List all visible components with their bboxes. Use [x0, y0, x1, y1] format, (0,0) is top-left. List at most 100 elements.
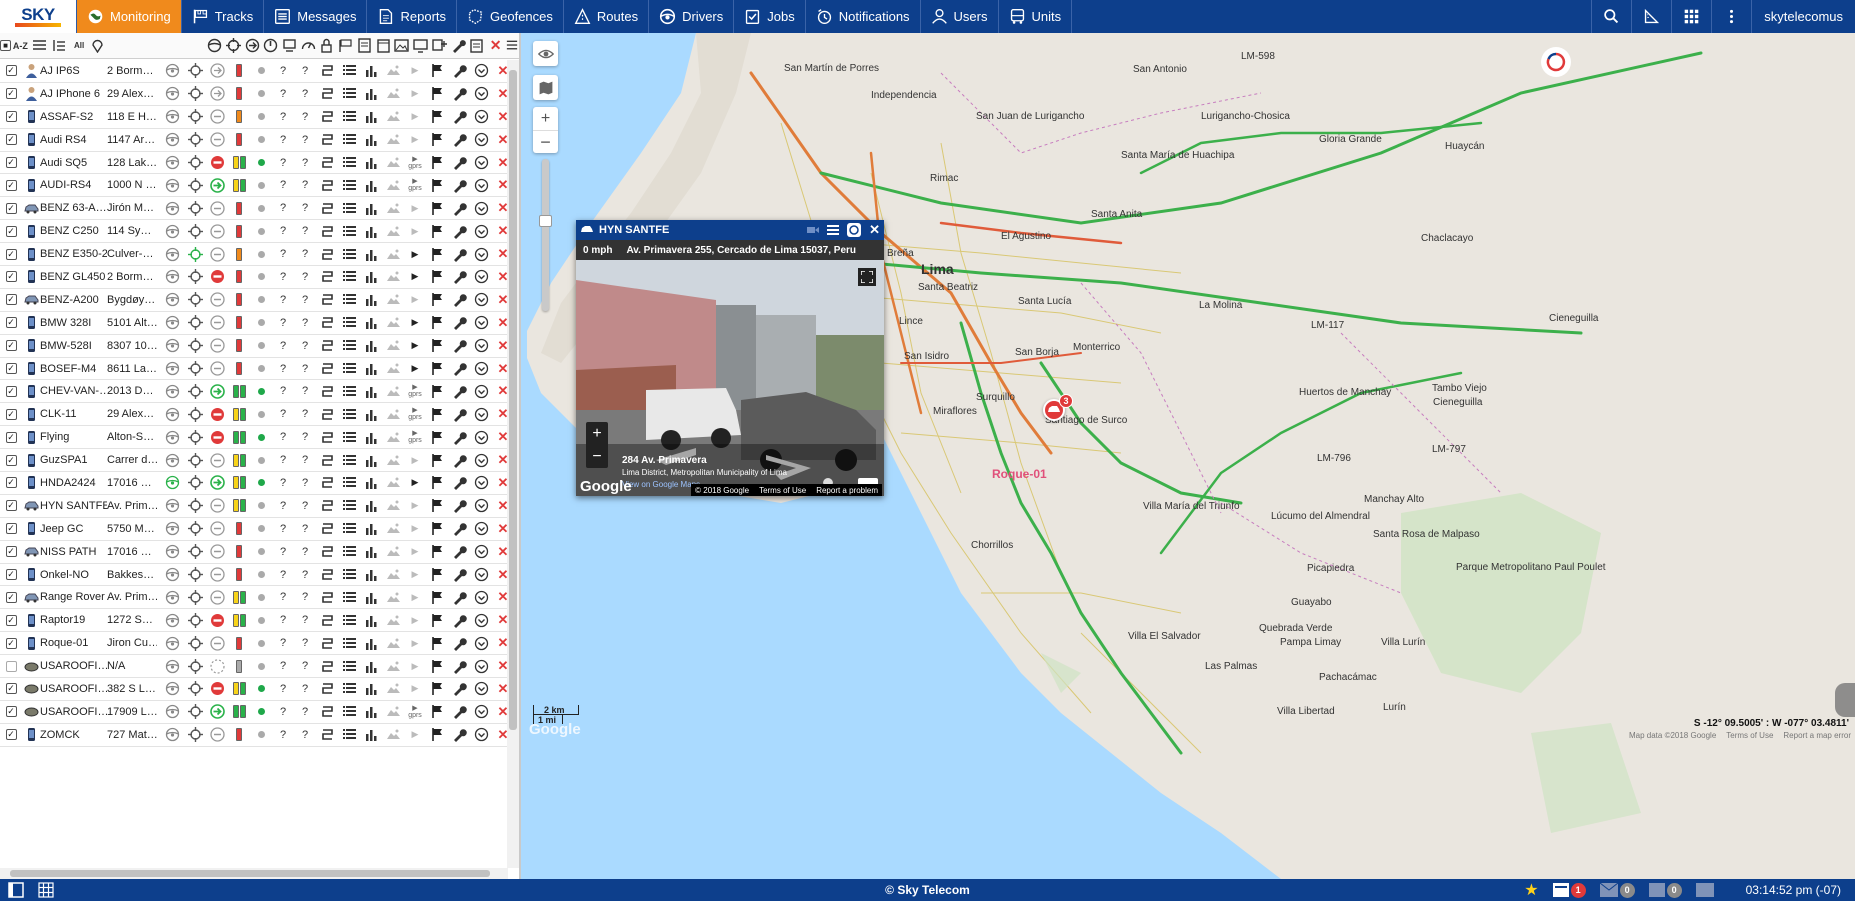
- unit-name[interactable]: BENZ-A200: [40, 289, 107, 311]
- unit-row[interactable]: ✓ Jeep GC 5750 M… ? ? ▶ ✕: [0, 518, 508, 541]
- unit-address[interactable]: Carrer d…: [107, 449, 157, 471]
- steering-wheel-icon[interactable]: [160, 586, 184, 608]
- play-icon[interactable]: ▶: [412, 271, 419, 282]
- connection-column-icon[interactable]: [280, 33, 299, 59]
- crosshair-icon[interactable]: [184, 678, 206, 700]
- route-icon[interactable]: [316, 289, 338, 311]
- wrench-icon[interactable]: [448, 609, 470, 631]
- unit-row[interactable]: ✓ BENZ C250 114 Sy… ? ? ▶ ✕: [0, 220, 508, 244]
- route-icon[interactable]: [316, 60, 338, 82]
- unit-row[interactable]: ✓ HNDA2424 17016 … ? ? ▶ ✕: [0, 472, 508, 495]
- unit-address[interactable]: 8307 10…: [107, 335, 157, 357]
- messages-list-icon[interactable]: [338, 358, 360, 380]
- flag-icon[interactable]: [426, 266, 448, 288]
- messages-list-icon[interactable]: [338, 564, 360, 586]
- crosshair-icon[interactable]: [184, 449, 206, 471]
- steering-wheel-icon[interactable]: [160, 655, 184, 677]
- messages-list-icon[interactable]: [338, 129, 360, 151]
- unit-address[interactable]: 114 Sy…: [107, 220, 157, 242]
- expand-circle-icon[interactable]: [470, 426, 492, 448]
- map-layers-button[interactable]: [533, 75, 558, 100]
- unit-address[interactable]: 2 Borm…: [107, 60, 157, 82]
- list-view-icon[interactable]: [30, 33, 49, 59]
- unit-row[interactable]: ✓ Audi SQ5 128 Lak… ? ? ▶ gprs ✕: [0, 152, 508, 175]
- unit-name[interactable]: USAROOFI…: [40, 655, 107, 677]
- route-icon[interactable]: [316, 495, 338, 517]
- steering-wheel-icon[interactable]: [160, 106, 184, 128]
- unit-row[interactable]: ✓ BENZ 63-A… Jirón M… ? ? ▶ ✕: [0, 197, 508, 221]
- bar-chart-icon[interactable]: [360, 312, 382, 334]
- tab-units[interactable]: Units: [999, 0, 1073, 33]
- steering-wheel-icon[interactable]: [160, 60, 184, 82]
- unit-row[interactable]: ✓ AJ IP6S 2 Borm… ? ? ▶ ✕: [0, 60, 508, 83]
- steering-wheel-icon[interactable]: [160, 220, 184, 242]
- unit-name[interactable]: Jeep GC: [40, 518, 107, 540]
- unit-name[interactable]: BENZ 63-A…: [40, 197, 107, 219]
- video-column-icon[interactable]: [411, 33, 430, 59]
- crosshair-icon[interactable]: [184, 312, 206, 334]
- unit-checkbox[interactable]: ✓: [5, 134, 17, 146]
- unit-address[interactable]: 1272 S…: [107, 609, 157, 631]
- bar-chart-icon[interactable]: [360, 518, 382, 540]
- wrench-icon[interactable]: [448, 701, 470, 723]
- expand-circle-icon[interactable]: [470, 335, 492, 357]
- expand-circle-icon[interactable]: [470, 655, 492, 677]
- apps-grid-button[interactable]: [1671, 0, 1711, 33]
- menu-icon[interactable]: [827, 225, 840, 235]
- unit-checkbox[interactable]: ✓: [5, 157, 17, 168]
- unit-row[interactable]: ✓ Range Rover Av. Prim… ? ? ▶ ✕: [0, 586, 508, 610]
- flag-icon[interactable]: [426, 701, 448, 723]
- steering-wheel-icon[interactable]: [160, 724, 184, 746]
- unit-row[interactable]: ✓ HYN SANTFE Av. Prim… ? ? ▶ ✕: [0, 495, 508, 518]
- route-icon[interactable]: [316, 678, 338, 700]
- bar-chart-icon[interactable]: [360, 609, 382, 631]
- bar-chart-icon[interactable]: [360, 174, 382, 196]
- steering-wheel-icon[interactable]: [160, 426, 184, 448]
- panel-toggle-icon[interactable]: [8, 882, 24, 898]
- play-icon[interactable]: ▶: [412, 340, 419, 351]
- flag-icon[interactable]: [426, 541, 448, 563]
- messages-list-icon[interactable]: [338, 541, 360, 563]
- bar-chart-icon[interactable]: [360, 564, 382, 586]
- wrench-icon[interactable]: [448, 266, 470, 288]
- unit-address[interactable]: 382 S L…: [107, 678, 157, 700]
- bar-chart-icon[interactable]: [360, 541, 382, 563]
- expand-circle-icon[interactable]: [470, 541, 492, 563]
- wrench-icon[interactable]: [448, 426, 470, 448]
- crosshair-icon[interactable]: [184, 289, 206, 311]
- unit-checkbox[interactable]: ✓: [5, 591, 17, 603]
- bar-chart-icon[interactable]: [360, 289, 382, 311]
- bar-chart-icon[interactable]: [360, 678, 382, 700]
- route-icon[interactable]: [316, 701, 338, 723]
- crosshair-icon[interactable]: [184, 472, 206, 494]
- unit-address[interactable]: 118 E H…: [107, 106, 157, 128]
- bar-chart-icon[interactable]: [360, 655, 382, 677]
- unit-name[interactable]: Raptor19: [40, 609, 107, 631]
- expand-circle-icon[interactable]: [470, 83, 492, 105]
- video-icon[interactable]: [807, 225, 820, 235]
- play-icon[interactable]: ▶: [412, 477, 419, 488]
- sv-terms-link[interactable]: Terms of Use: [759, 486, 806, 495]
- flag-icon[interactable]: [426, 106, 448, 128]
- messages-list-icon[interactable]: [338, 60, 360, 82]
- user-menu[interactable]: skytelecomus: [1751, 0, 1855, 33]
- show-all-icon[interactable]: All: [69, 33, 89, 59]
- sv-report-link[interactable]: Report a problem: [816, 486, 878, 495]
- steering-wheel-icon[interactable]: [160, 335, 184, 357]
- steering-wheel-icon[interactable]: [160, 564, 184, 586]
- zoom-out-button[interactable]: −: [533, 130, 558, 153]
- expand-circle-icon[interactable]: [470, 564, 492, 586]
- unit-address[interactable]: 1000 N …: [107, 174, 157, 196]
- tab-notifications[interactable]: Notifications: [806, 0, 921, 33]
- wrench-icon[interactable]: [448, 312, 470, 334]
- route-icon[interactable]: [316, 518, 338, 540]
- wrench-icon[interactable]: [448, 449, 470, 471]
- expand-circle-icon[interactable]: [470, 266, 492, 288]
- flag-icon[interactable]: [426, 358, 448, 380]
- menu-column-icon[interactable]: [505, 33, 519, 59]
- speedometer-column-icon[interactable]: [299, 33, 318, 59]
- expand-circle-icon[interactable]: [470, 312, 492, 334]
- bar-chart-icon[interactable]: [360, 632, 382, 654]
- measure-button[interactable]: [1631, 0, 1671, 33]
- steering-wheel-icon[interactable]: [160, 449, 184, 471]
